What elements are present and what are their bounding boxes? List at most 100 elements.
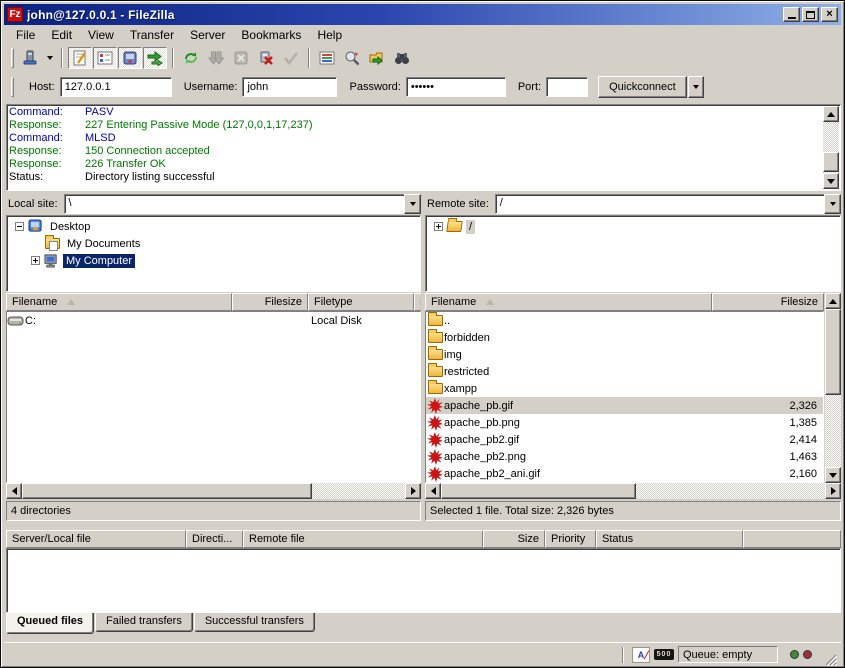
remote-file-row[interactable]: apache_pb2_ani.gif 2,160 (426, 465, 823, 482)
file-name: xampp (444, 383, 713, 395)
toggle-message-log-button[interactable] (68, 47, 92, 69)
local-site-combo[interactable]: \ (64, 194, 421, 214)
remote-file-row[interactable]: img (426, 346, 823, 363)
speed-limit-indicator-icon: 500 (654, 649, 674, 660)
disconnect-button[interactable] (254, 47, 278, 69)
scroll-left-button[interactable] (425, 483, 441, 499)
refresh-button[interactable] (179, 47, 203, 69)
tree-item-root[interactable]: / (434, 218, 475, 235)
remote-file-row-selected[interactable]: apache_pb.gif 2,326 (426, 397, 823, 414)
collapse-icon[interactable] (15, 222, 24, 231)
expand-icon[interactable] (434, 222, 443, 231)
directory-listing-filters-button[interactable] (315, 47, 339, 69)
scrollbar-thumb[interactable] (823, 152, 839, 172)
menu-file[interactable]: File (8, 26, 43, 44)
maximize-button[interactable] (802, 7, 819, 22)
local-tree: Desktop My Documents My Computer (6, 215, 421, 292)
password-input[interactable] (406, 77, 506, 97)
scroll-right-button[interactable] (405, 483, 421, 499)
remote-file-row[interactable]: apache_pb.png 1,385 (426, 414, 823, 431)
directory-comparison-button[interactable] (340, 47, 364, 69)
menu-edit[interactable]: Edit (43, 26, 80, 44)
menu-server[interactable]: Server (182, 26, 233, 44)
expand-icon[interactable] (31, 256, 40, 265)
toggle-remote-tree-button[interactable] (118, 47, 142, 69)
scroll-right-button[interactable] (825, 483, 841, 499)
remote-file-row[interactable]: .. (426, 312, 823, 329)
toggle-local-tree-button[interactable] (93, 47, 117, 69)
synchronized-browsing-button[interactable] (365, 47, 389, 69)
close-icon: × (826, 9, 832, 20)
column-filesize[interactable]: Filesize (232, 293, 308, 311)
column-remote-file[interactable]: Remote file (243, 530, 483, 548)
remote-file-row[interactable]: forbidden (426, 329, 823, 346)
close-button[interactable]: × (821, 7, 838, 22)
column-direction[interactable]: Directi... (186, 530, 243, 548)
column-filename[interactable]: Filename (6, 293, 232, 311)
local-site-dropdown-button[interactable] (404, 194, 421, 214)
scroll-down-button[interactable] (825, 467, 841, 483)
local-file-list: C: Local Disk (6, 311, 421, 483)
reconnect-button[interactable] (279, 47, 303, 69)
site-manager-dropdown-button[interactable] (43, 47, 56, 69)
remote-file-row[interactable]: apache_pb2.gif 2,414 (426, 431, 823, 448)
menu-view[interactable]: View (80, 26, 122, 44)
quickconnect-button[interactable]: Quickconnect (598, 76, 687, 98)
file-name: .. (444, 315, 713, 327)
menu-transfer[interactable]: Transfer (122, 26, 182, 44)
column-last-modified[interactable]: L (414, 293, 421, 311)
column-priority[interactable]: Priority (545, 530, 596, 548)
folder-icon (428, 332, 443, 343)
find-files-button[interactable] (390, 47, 414, 69)
my-computer-icon (44, 253, 59, 268)
column-server-local-file[interactable]: Server/Local file (6, 530, 186, 548)
tree-item-desktop[interactable]: Desktop (15, 218, 93, 235)
tree-item-my-computer[interactable]: My Computer (31, 252, 135, 269)
tab-successful-transfers[interactable]: Successful transfers (194, 613, 315, 632)
port-input[interactable] (546, 77, 588, 97)
minimize-button[interactable] (783, 7, 800, 22)
remote-site-combo[interactable]: / (495, 194, 841, 214)
quickconnect-dropdown-button[interactable] (688, 76, 704, 98)
tab-queued-files[interactable]: Queued files (6, 613, 94, 634)
remote-hscrollbar[interactable] (425, 483, 841, 499)
cancel-operation-button[interactable] (229, 47, 253, 69)
scroll-left-button[interactable] (6, 483, 22, 499)
tab-failed-transfers[interactable]: Failed transfers (95, 613, 193, 632)
log-scrollbar[interactable] (823, 106, 839, 189)
local-file-row[interactable]: C: Local Disk (7, 312, 420, 329)
scroll-down-button[interactable] (823, 173, 839, 189)
remote-site-dropdown-button[interactable] (824, 194, 841, 214)
host-input[interactable] (60, 77, 172, 97)
toggle-transfer-queue-button[interactable] (143, 47, 167, 69)
remote-tree: / (425, 215, 841, 292)
username-input[interactable] (242, 77, 337, 97)
remote-file-row[interactable]: restricted (426, 363, 823, 380)
local-site-value[interactable]: \ (64, 194, 404, 214)
process-queue-button[interactable] (204, 47, 228, 69)
local-tree-icon (97, 50, 113, 66)
remote-vscrollbar[interactable] (825, 293, 841, 483)
scroll-up-button[interactable] (825, 293, 841, 309)
column-filesize[interactable]: Filesize (712, 293, 824, 311)
column-status[interactable]: Status (596, 530, 743, 548)
scrollbar-thumb[interactable] (22, 483, 312, 499)
resize-grip[interactable] (824, 653, 837, 666)
menu-bookmarks[interactable]: Bookmarks (233, 26, 309, 44)
remote-file-row[interactable]: apache_pb2.png 1,463 (426, 448, 823, 465)
column-size[interactable]: Size (483, 530, 545, 548)
remote-file-row[interactable]: xampp (426, 380, 823, 397)
site-manager-button[interactable] (18, 47, 42, 69)
remote-site-value[interactable]: / (495, 194, 824, 214)
column-filename[interactable]: Filename (425, 293, 712, 311)
file-type: Local Disk (307, 315, 413, 327)
title-bar[interactable]: Fz john@127.0.0.1 - FileZilla × (4, 4, 841, 25)
local-hscrollbar[interactable] (6, 483, 421, 499)
tree-item-my-documents[interactable]: My Documents (45, 235, 143, 252)
file-name: restricted (444, 366, 713, 378)
menu-help[interactable]: Help (309, 26, 350, 44)
scrollbar-thumb[interactable] (825, 309, 841, 395)
scrollbar-thumb[interactable] (441, 483, 636, 499)
column-filetype[interactable]: Filetype (308, 293, 414, 311)
scroll-up-button[interactable] (823, 106, 839, 122)
